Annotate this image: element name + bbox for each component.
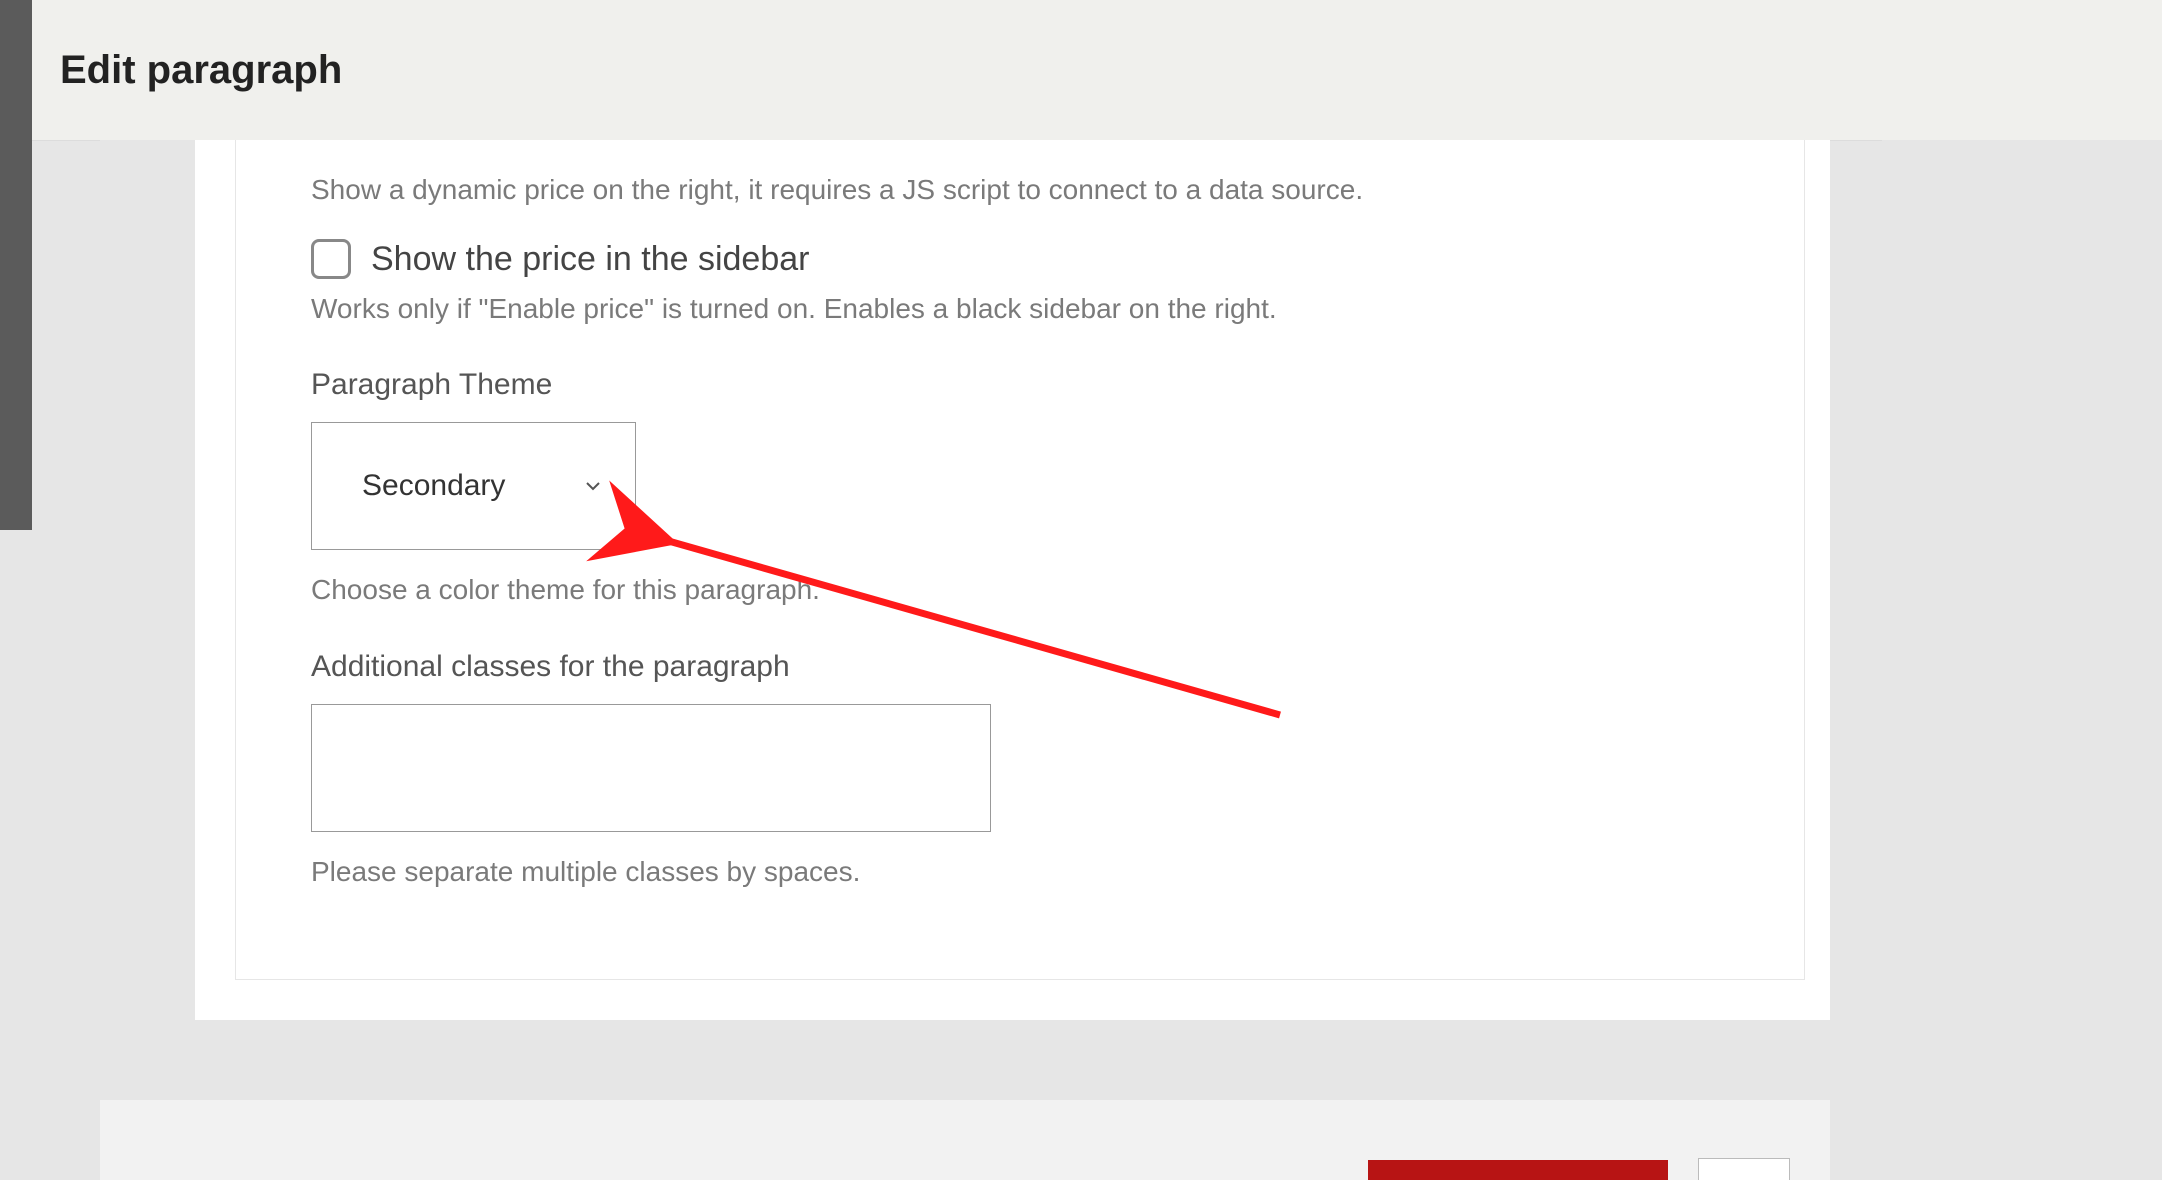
dialog-header: Edit paragraph — [32, 0, 2162, 141]
paragraph-theme-value: Secondary — [362, 469, 505, 503]
checkbox-icon — [311, 239, 351, 279]
enable-price-help-text: Show a dynamic price on the right, it re… — [311, 140, 1764, 209]
paragraph-theme-select[interactable]: Secondary — [311, 422, 636, 550]
dialog-title: Edit paragraph — [60, 48, 342, 93]
footer-row-title: Single bl — [230, 1175, 384, 1180]
paragraph-theme-help-text: Choose a color theme for this paragraph. — [311, 570, 1764, 609]
content-left-pad — [100, 140, 195, 1100]
chevron-down-icon — [581, 474, 605, 498]
additional-classes-help-text: Please separate multiple classes by spac… — [311, 852, 1764, 891]
app-left-gutter — [32, 0, 62, 1180]
show-price-sidebar-checkbox[interactable]: Show the price in the sidebar — [311, 239, 1764, 279]
form-fieldset: Show a dynamic price on the right, it re… — [235, 140, 1805, 980]
show-price-sidebar-help-text: Works only if "Enable price" is turned o… — [311, 289, 1764, 328]
right-gutter — [1882, 140, 2162, 1180]
show-price-sidebar-label: Show the price in the sidebar — [371, 240, 809, 279]
footer-secondary-button[interactable] — [1698, 1158, 1790, 1180]
app-left-rail — [0, 0, 32, 530]
paragraph-theme-label: Paragraph Theme — [311, 368, 1764, 402]
content-area: Show a dynamic price on the right, it re… — [100, 140, 1830, 1100]
additional-classes-input[interactable] — [311, 704, 991, 832]
form-panel: Show a dynamic price on the right, it re… — [195, 140, 1830, 1020]
footer-primary-button[interactable] — [1368, 1160, 1668, 1180]
footer-row: Single bl Gdańsk, Gdańsk Budowlanych 64D… — [100, 1100, 1830, 1180]
additional-classes-label: Additional classes for the paragraph — [311, 650, 1764, 684]
